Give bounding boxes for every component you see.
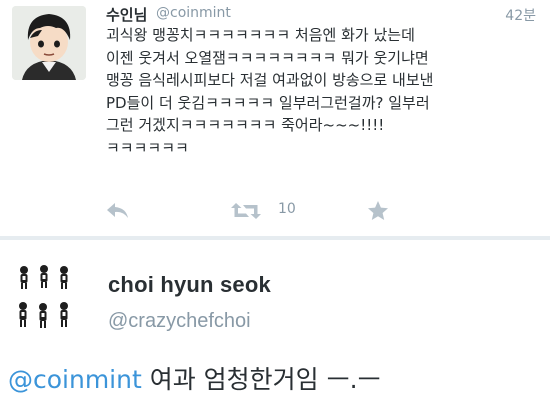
- display-name[interactable]: 수인님: [106, 4, 147, 25]
- tweet-text-line: 이젠 웃겨서 오열잼ㅋㅋㅋㅋㅋㅋㅋㅋ 뭐가 웃기냐면: [106, 48, 429, 67]
- tweet-text-line: 맹꽁 음식레시피보다 저걸 여과없이 방송으로 내보낸: [106, 71, 434, 89]
- reply-text: @coinmint 여과 엄청한거임 ㅡ.ㅡ: [8, 360, 381, 396]
- timestamp[interactable]: 42분: [505, 5, 536, 25]
- reply-icon[interactable]: [106, 198, 130, 224]
- divider: [0, 236, 550, 240]
- retweet-count: 10: [278, 201, 296, 217]
- tweet-text-line: 그런 거겠지ㅋㅋㅋㅋㅋㅋㅋ 죽어라~~~!!!!: [106, 116, 385, 134]
- profile-handle[interactable]: @crazychefchoi: [108, 310, 251, 333]
- tweet-text: 괴식왕 맹꽁치ㅋㅋㅋㅋㅋㅋㅋ 처음엔 화가 났는데 이젠 웃겨서 오열잼ㅋㅋㅋㅋ…: [106, 24, 536, 159]
- user-avatar[interactable]: [12, 6, 86, 80]
- reply-body: 여과 엄청한거임 ㅡ.ㅡ: [141, 365, 381, 394]
- tweet-text-line: ㅋㅋㅋㅋㅋㅋ: [106, 138, 189, 157]
- tweet-text-line: PD들이 더 웃김ㅋㅋㅋㅋㅋ 일부러그런걸까? 일부러: [106, 93, 430, 112]
- user-handle[interactable]: @coinmint: [156, 5, 231, 21]
- mention-link[interactable]: @coinmint: [8, 365, 142, 394]
- tweet-card: 수인님 @coinmint 42분 괴식왕 맹꽁치ㅋㅋㅋㅋㅋㅋㅋ 처음엔 화가 …: [0, 0, 550, 236]
- retweet-icon[interactable]: [230, 198, 262, 224]
- tweet-header: 수인님 @coinmint 42분: [106, 4, 536, 26]
- tweet-actions: 10: [106, 198, 436, 224]
- tweet-text-line: 괴식왕 맹꽁치ㅋㅋㅋㅋㅋㅋㅋ 처음엔 화가 났는데: [106, 26, 415, 44]
- profile-name[interactable]: choi hyun seok: [108, 272, 271, 298]
- profile-avatar[interactable]: [12, 262, 76, 334]
- star-icon[interactable]: [366, 198, 390, 224]
